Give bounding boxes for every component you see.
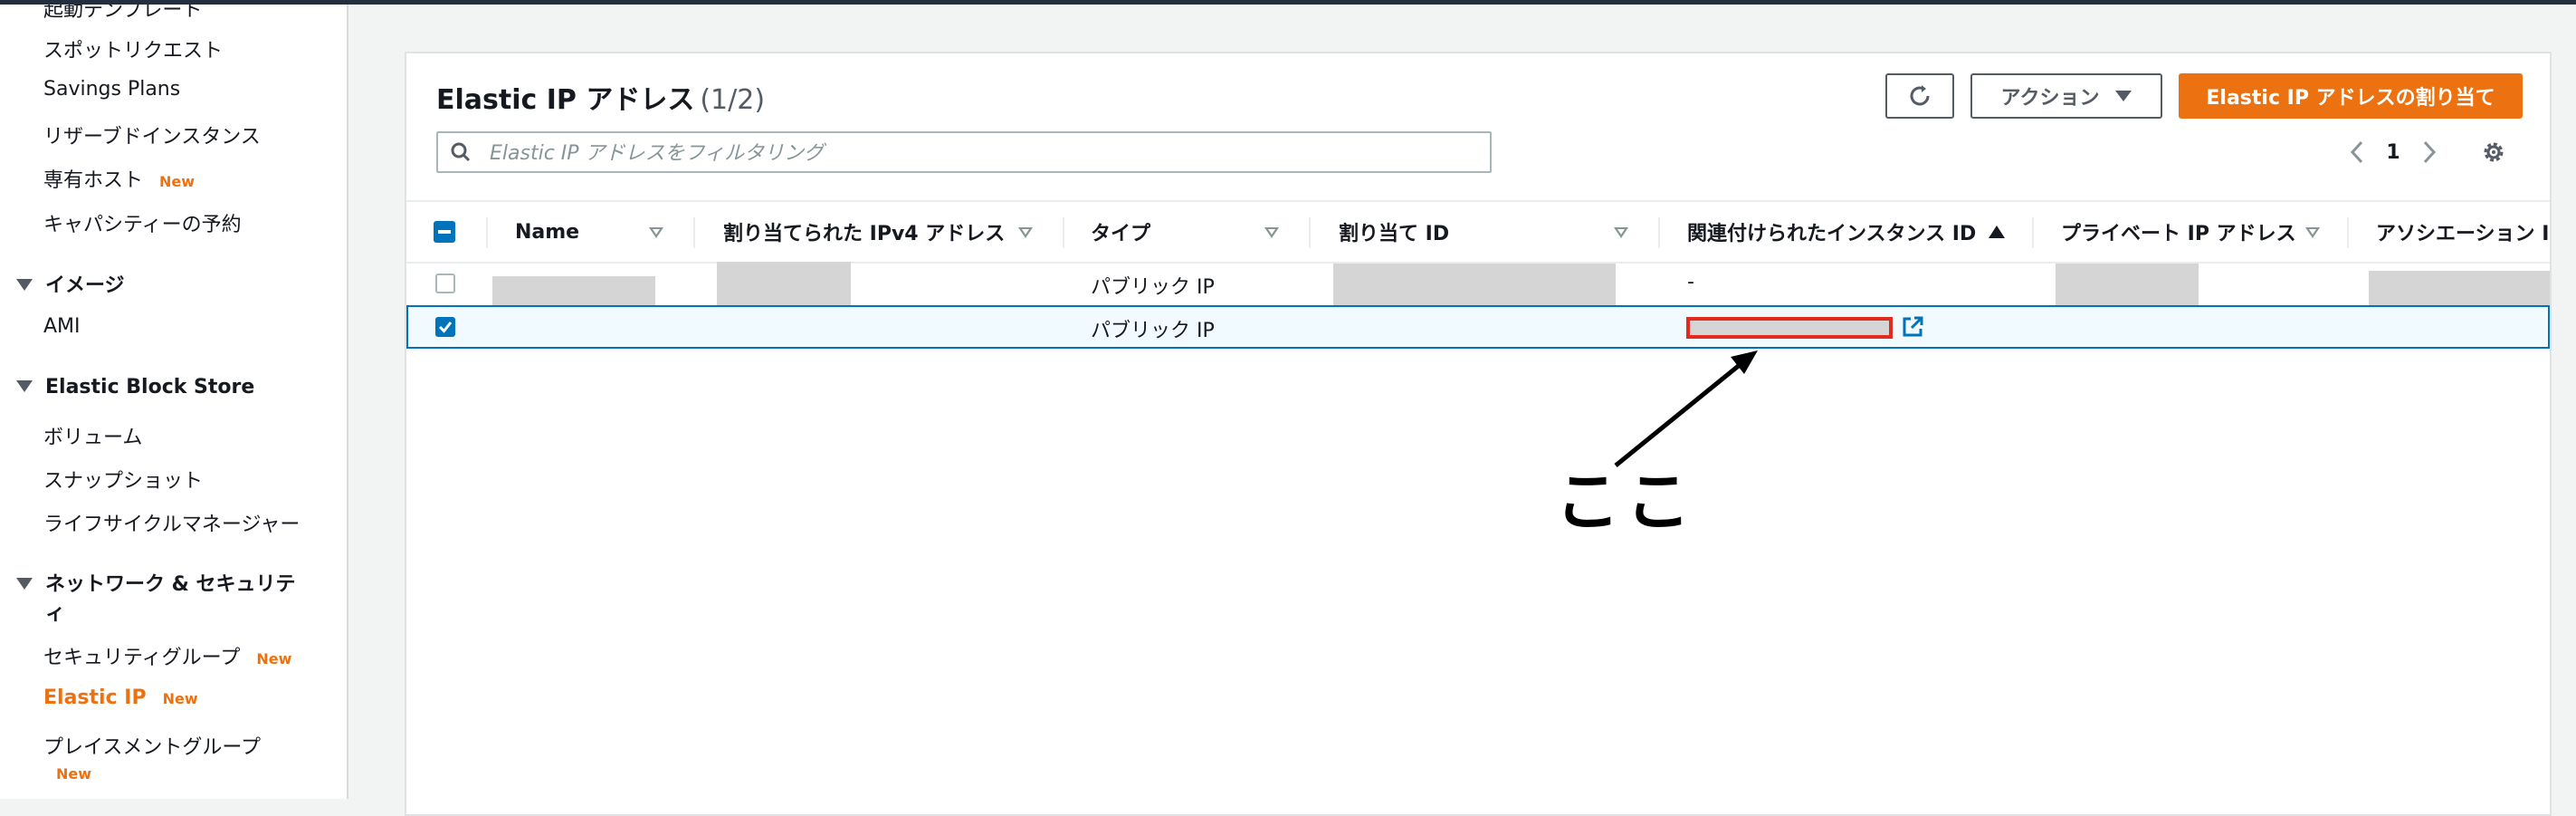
annotation-arrow bbox=[1614, 350, 1758, 467]
annotation-label: ここ bbox=[1555, 464, 1697, 540]
